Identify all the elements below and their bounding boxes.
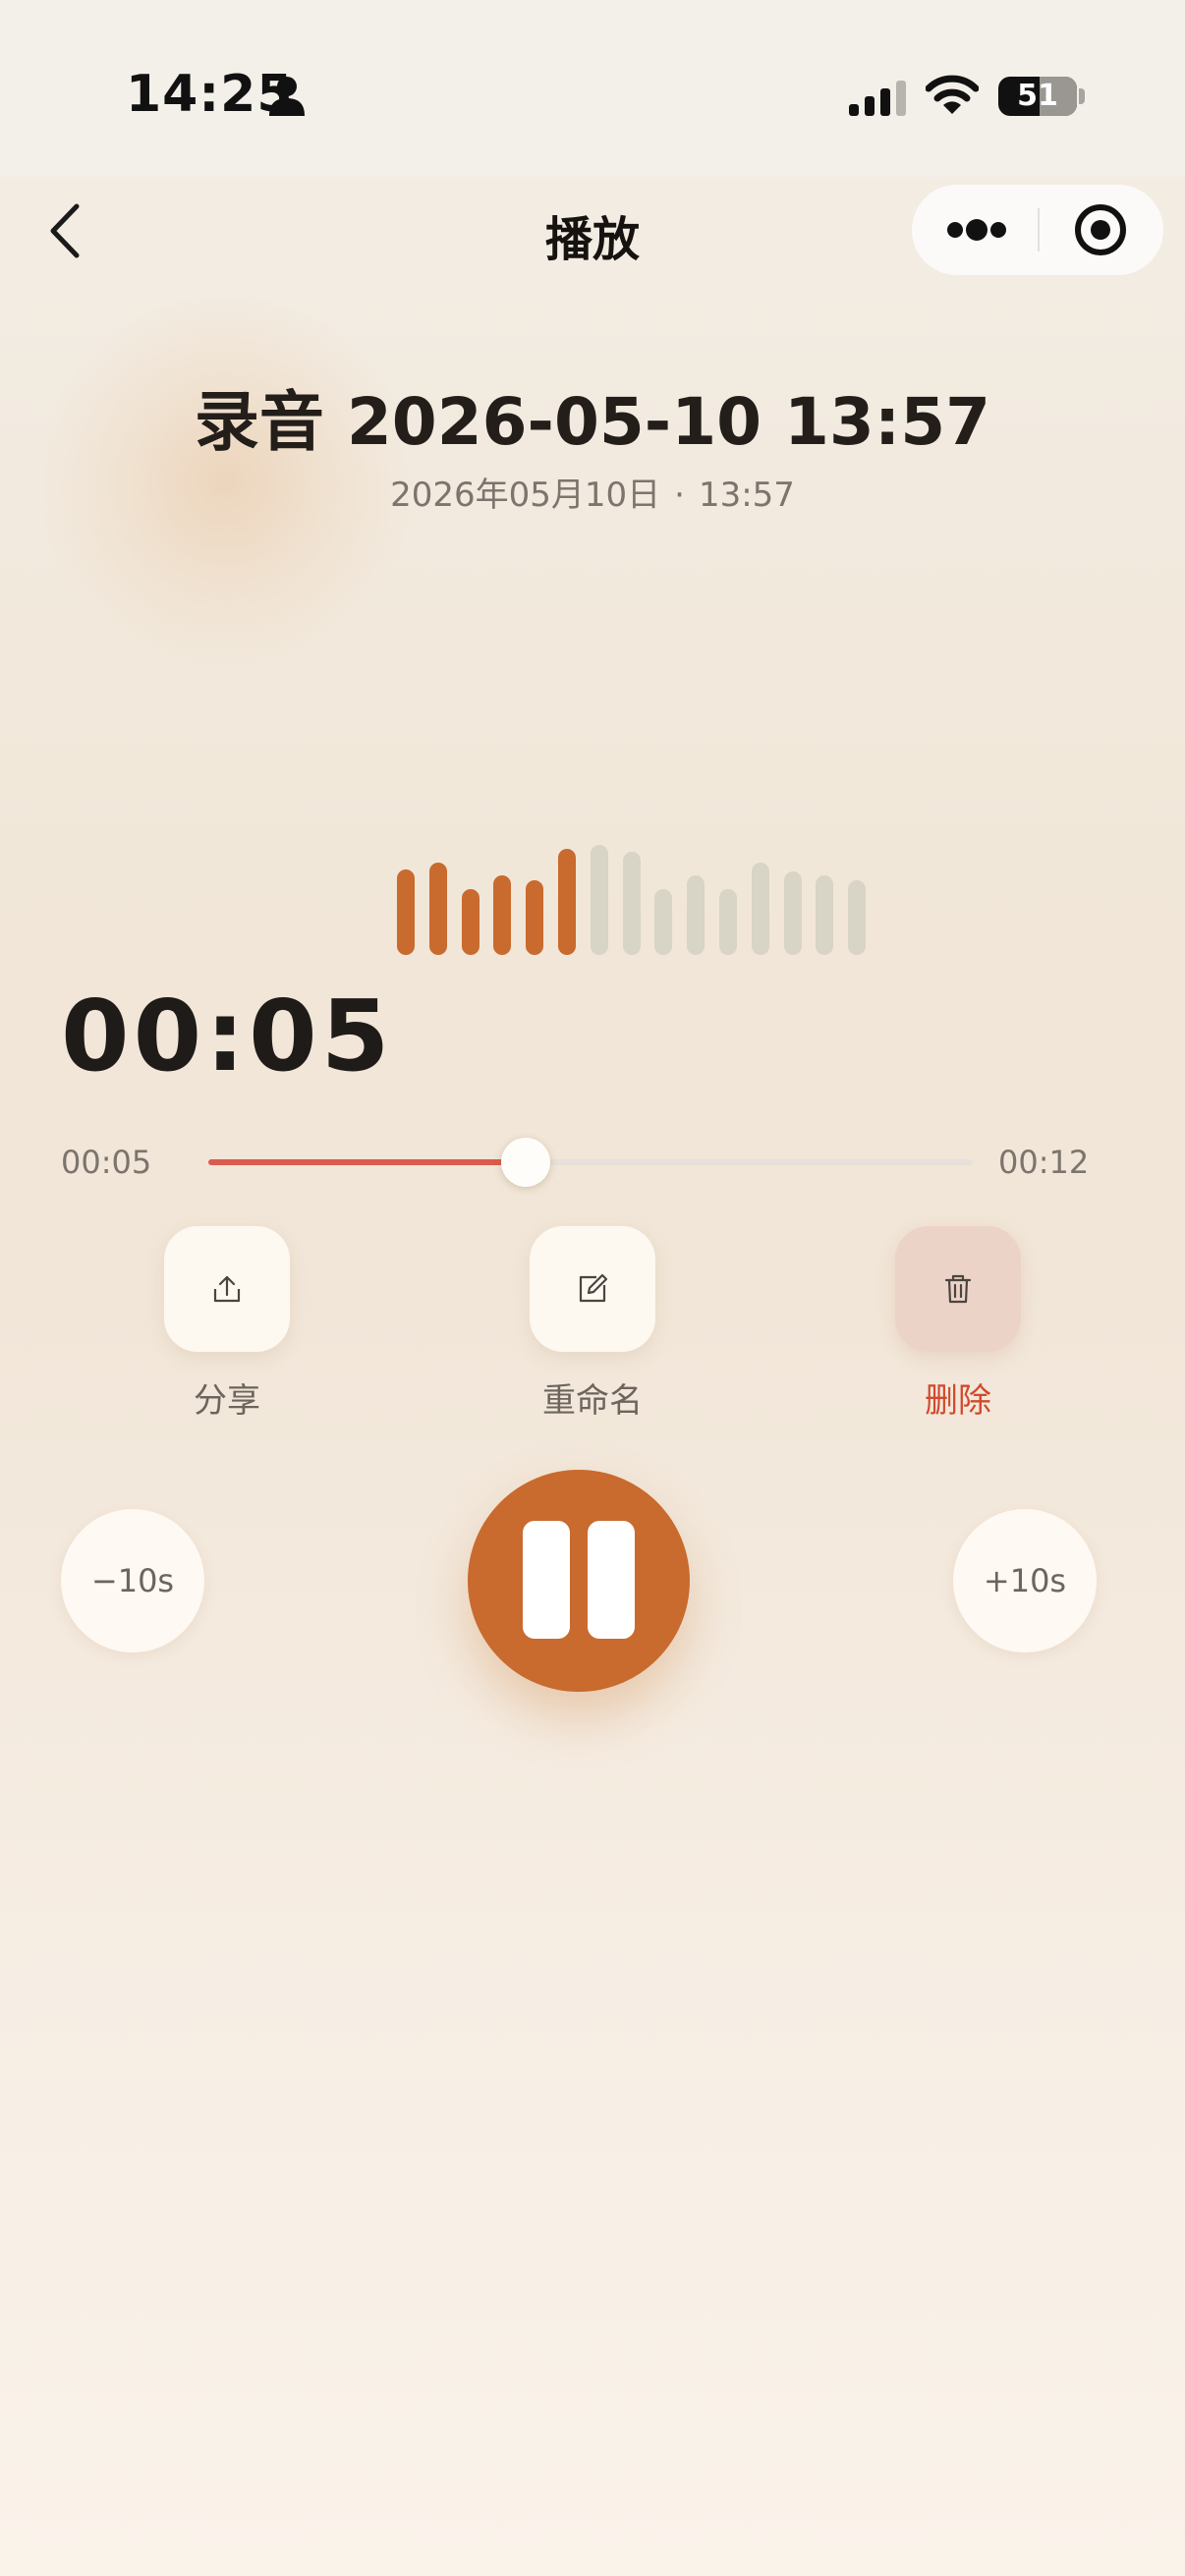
status-bar: 14:25 51: [0, 0, 1185, 177]
share-icon: [213, 1275, 241, 1303]
waveform-bar: [493, 875, 511, 955]
waveform-bar: [558, 849, 576, 955]
recording-time: 13:57: [698, 476, 795, 515]
progress-thumb[interactable]: [501, 1138, 550, 1187]
recording-title: 录音 2026-05-10 13:57: [194, 384, 991, 460]
waveform-bar: [462, 889, 480, 955]
waveform-bar: [429, 863, 447, 955]
share-label: 分享: [194, 1381, 260, 1421]
waveform-bar: [526, 880, 543, 955]
share-button[interactable]: 分享: [164, 1226, 290, 1421]
pause-icon-right: [588, 1521, 635, 1639]
pause-button[interactable]: [468, 1470, 690, 1692]
waveform-bar: [848, 880, 866, 955]
waveform-bar: [397, 869, 415, 955]
signal-icon: [849, 81, 906, 116]
rename-button[interactable]: 重命名: [530, 1226, 655, 1421]
delete-button-box: [895, 1226, 1021, 1352]
waveform-bar: [784, 871, 802, 955]
rewind-10s-button[interactable]: −10s: [61, 1509, 204, 1652]
more-options-button[interactable]: [912, 185, 1038, 275]
edit-icon: [579, 1273, 608, 1303]
wifi-icon: [926, 75, 979, 114]
progress-fill: [208, 1159, 526, 1165]
delete-button[interactable]: 删除: [895, 1226, 1021, 1421]
close-mini-program-button[interactable]: [1040, 185, 1163, 275]
waveform: [0, 825, 1185, 963]
current-time: 00:05: [61, 1144, 152, 1181]
progress-slider[interactable]: [208, 1138, 973, 1187]
recording-datetime: 2026年05月10日 · 13:57: [0, 468, 1185, 516]
date-separator: ·: [674, 476, 685, 515]
mini-program-capsule: [912, 185, 1163, 275]
waveform-bar: [816, 875, 833, 955]
person-icon: [269, 77, 305, 116]
waveform-bar: [687, 875, 705, 955]
delete-label: 删除: [925, 1381, 991, 1421]
waveform-bar: [623, 852, 641, 955]
battery-level: 51: [1017, 79, 1058, 113]
waveform-bar: [591, 845, 608, 955]
total-time: 00:12: [998, 1144, 1090, 1181]
trash-icon: [944, 1274, 972, 1304]
share-button-box: [164, 1226, 290, 1352]
recording-date: 2026年05月10日: [390, 476, 661, 515]
waveform-bar: [719, 889, 737, 955]
forward-10s-button[interactable]: +10s: [953, 1509, 1097, 1652]
waveform-bar: [654, 889, 672, 955]
pause-icon-left: [523, 1521, 570, 1639]
rename-label: 重命名: [542, 1381, 643, 1421]
elapsed-time: 00:05: [61, 979, 394, 1093]
battery-icon: 51: [998, 77, 1077, 116]
rename-button-box: [530, 1226, 655, 1352]
waveform-bar: [752, 863, 769, 955]
battery-tip: [1079, 88, 1085, 104]
